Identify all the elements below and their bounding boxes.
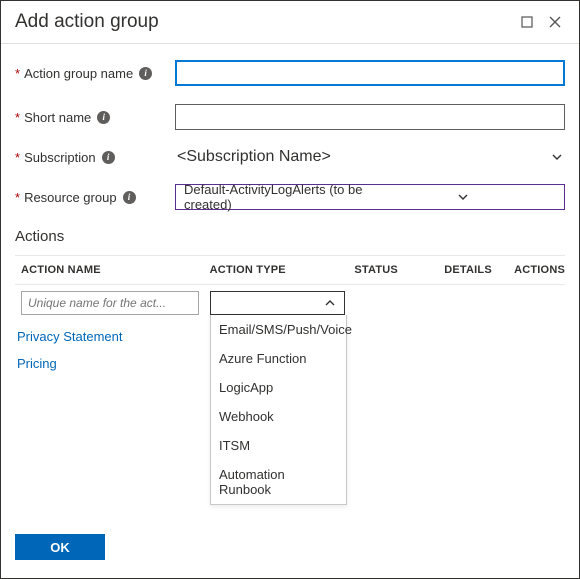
option-email-sms-push-voice[interactable]: Email/SMS/Push/Voice: [211, 315, 346, 344]
col-actions: ACTIONS: [514, 264, 565, 276]
dialog-footer: OK: [1, 522, 579, 578]
add-action-group-dialog: Add action group * Action group name i *…: [0, 0, 580, 579]
option-automation-runbook[interactable]: Automation Runbook: [211, 460, 346, 504]
col-action-name: ACTION NAME: [15, 264, 210, 276]
actions-heading: Actions: [15, 228, 565, 245]
subscription-select[interactable]: <Subscription Name>: [175, 148, 565, 166]
info-icon[interactable]: i: [139, 67, 152, 80]
label-subscription: * Subscription i: [15, 150, 175, 165]
required-mark: *: [15, 190, 20, 205]
maximize-icon: [521, 16, 533, 28]
dialog-content: * Action group name i * Short name i * S…: [1, 44, 579, 522]
col-action-type: ACTION TYPE: [210, 264, 355, 276]
short-name-input[interactable]: [175, 104, 565, 130]
label-short-name: * Short name i: [15, 110, 175, 125]
required-mark: *: [15, 66, 20, 81]
info-icon[interactable]: i: [97, 111, 110, 124]
field-short-name: * Short name i: [15, 104, 565, 130]
label-text: Short name: [24, 110, 91, 125]
dialog-title: Add action group: [15, 11, 509, 33]
chevron-up-icon: [322, 295, 338, 311]
action-group-name-input[interactable]: [175, 60, 565, 86]
field-resource-group: * Resource group i Default-ActivityLogAl…: [15, 184, 565, 210]
close-button[interactable]: [545, 12, 565, 32]
label-action-group-name: * Action group name i: [15, 66, 175, 81]
option-logicapp[interactable]: LogicApp: [211, 373, 346, 402]
required-mark: *: [15, 150, 20, 165]
field-action-group-name: * Action group name i: [15, 60, 565, 86]
table-row: Email/SMS/Push/Voice Azure Function Logi…: [15, 285, 565, 315]
action-type-select[interactable]: Email/SMS/Push/Voice Azure Function Logi…: [210, 291, 345, 315]
label-text: Resource group: [24, 190, 117, 205]
chevron-down-icon: [370, 189, 556, 205]
option-azure-function[interactable]: Azure Function: [211, 344, 346, 373]
option-itsm[interactable]: ITSM: [211, 431, 346, 460]
col-details: DETAILS: [444, 264, 514, 276]
titlebar: Add action group: [1, 1, 579, 44]
action-type-dropdown: Email/SMS/Push/Voice Azure Function Logi…: [210, 315, 347, 505]
maximize-button[interactable]: [517, 12, 537, 32]
close-icon: [549, 16, 561, 28]
info-icon[interactable]: i: [123, 191, 136, 204]
label-text: Subscription: [24, 150, 96, 165]
action-name-input[interactable]: [21, 291, 199, 315]
info-icon[interactable]: i: [102, 151, 115, 164]
actions-table: ACTION NAME ACTION TYPE STATUS DETAILS A…: [15, 255, 565, 315]
actions-table-header: ACTION NAME ACTION TYPE STATUS DETAILS A…: [15, 255, 565, 285]
resource-group-value: Default-ActivityLogAlerts (to be created…: [184, 182, 370, 212]
field-subscription: * Subscription i <Subscription Name>: [15, 148, 565, 166]
chevron-down-icon: [549, 149, 565, 165]
label-text: Action group name: [24, 66, 133, 81]
ok-button[interactable]: OK: [15, 534, 105, 560]
option-webhook[interactable]: Webhook: [211, 402, 346, 431]
resource-group-select[interactable]: Default-ActivityLogAlerts (to be created…: [175, 184, 565, 210]
required-mark: *: [15, 110, 20, 125]
label-resource-group: * Resource group i: [15, 190, 175, 205]
col-status: STATUS: [354, 264, 444, 276]
subscription-value: <Subscription Name>: [175, 148, 549, 166]
